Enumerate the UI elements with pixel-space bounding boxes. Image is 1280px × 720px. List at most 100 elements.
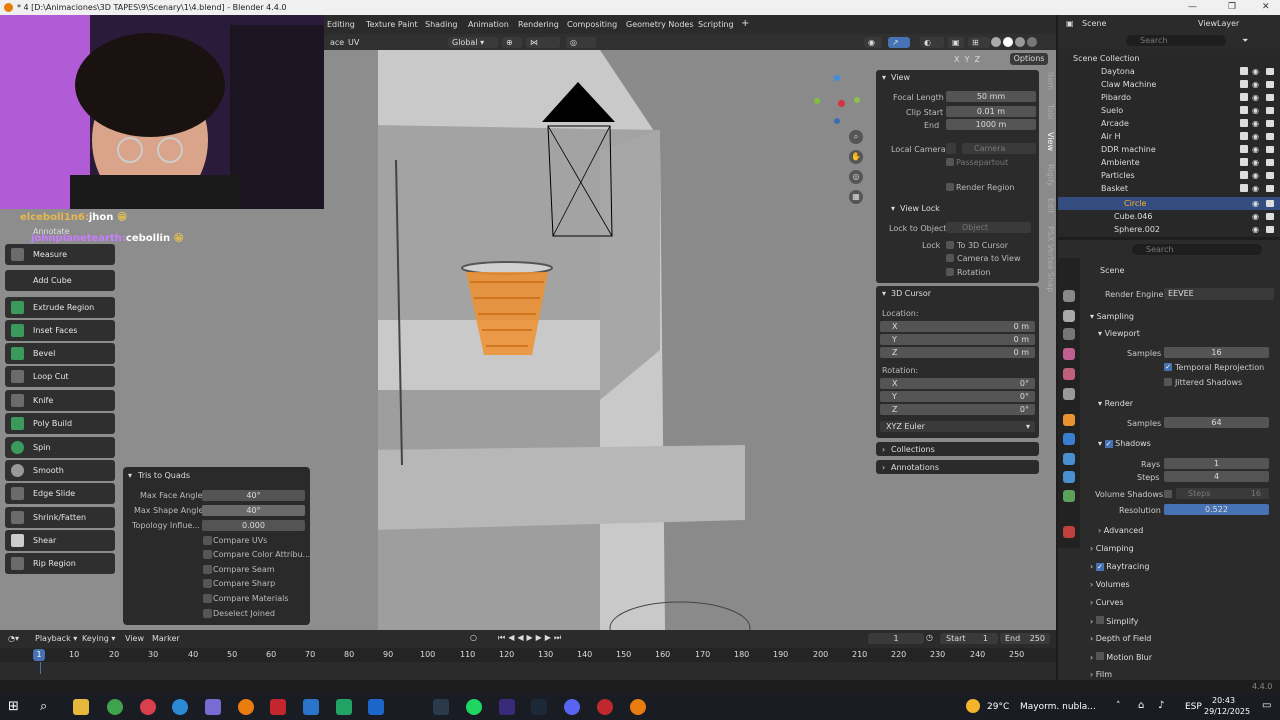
chrome-icon[interactable] bbox=[107, 699, 123, 715]
tab-psx-vertex-snap[interactable]: PSX Vertex Snap bbox=[1041, 226, 1055, 292]
raytracing-checkbox[interactable]: ✓ bbox=[1095, 563, 1104, 571]
search-icon[interactable]: ⌕ bbox=[40, 699, 56, 715]
uv-menu[interactable]: UV bbox=[344, 37, 363, 48]
tab-edit[interactable]: Edit bbox=[1041, 198, 1055, 214]
lock-object-field[interactable]: Object bbox=[946, 222, 1031, 233]
camera-icon[interactable] bbox=[1266, 146, 1274, 153]
eye-icon[interactable]: ◉ bbox=[1252, 200, 1259, 208]
tab-view[interactable]: View bbox=[1041, 132, 1055, 151]
passepartout-checkbox[interactable] bbox=[946, 158, 954, 166]
volume-icon[interactable]: ♪ bbox=[1158, 700, 1164, 711]
frame-ruler[interactable]: 1 10 20 30 40 50 60 70 80 90 100 110 120… bbox=[0, 648, 1056, 662]
compare-uvs-checkbox[interactable] bbox=[203, 536, 212, 545]
steps-field[interactable]: 4 bbox=[1164, 471, 1269, 482]
volume-steps-field[interactable]: Steps 16 bbox=[1176, 488, 1269, 499]
outliner-row[interactable]: Cube.046 ◉ bbox=[1058, 210, 1280, 223]
mirror-z-toggle[interactable]: Z bbox=[975, 55, 980, 64]
zoom-icon[interactable]: ⌕ bbox=[849, 130, 863, 144]
after-effects-icon[interactable] bbox=[499, 699, 515, 715]
render-props-icon[interactable] bbox=[1063, 310, 1075, 322]
tool-add-cube[interactable]: Add Cube bbox=[5, 270, 115, 291]
workspace-tab[interactable]: Animation bbox=[468, 20, 509, 29]
eye-icon[interactable]: ◉ bbox=[1252, 68, 1259, 76]
outliner-root[interactable]: Scene Collection bbox=[1058, 52, 1280, 65]
maximize-button[interactable]: ❐ bbox=[1228, 2, 1236, 12]
eye-icon[interactable]: ◉ bbox=[1252, 120, 1259, 128]
xray-icon[interactable]: ▣ bbox=[948, 37, 964, 48]
outliner-row[interactable]: Daytona ◉ bbox=[1058, 65, 1280, 78]
shadows-checkbox[interactable]: ✓ bbox=[1104, 440, 1113, 448]
eye-icon[interactable]: ◉ bbox=[1252, 146, 1259, 154]
outliner-search[interactable]: Search bbox=[1126, 35, 1226, 46]
camera-field[interactable]: Camera bbox=[962, 143, 1036, 154]
compare-sharp-checkbox[interactable] bbox=[203, 579, 212, 588]
cursor-rot-z[interactable]: Z 0° bbox=[880, 404, 1035, 415]
view-lock-collapse-icon[interactable]: ▾ bbox=[891, 204, 895, 213]
scene-props-icon[interactable] bbox=[1063, 348, 1075, 360]
collections-panel[interactable]: › Collections bbox=[876, 442, 1039, 456]
cursor-loc-y[interactable]: Y0 m bbox=[880, 334, 1035, 345]
blender-running-icon[interactable] bbox=[630, 699, 646, 715]
lock-cursor-checkbox[interactable] bbox=[946, 241, 954, 249]
outliner-row[interactable]: Sphere.002 ◉ bbox=[1058, 223, 1280, 236]
camera-icon[interactable] bbox=[1266, 159, 1274, 166]
camera-icon[interactable] bbox=[1266, 94, 1274, 101]
photos-icon[interactable] bbox=[303, 699, 319, 715]
outliner-row[interactable]: Ambiente ◉ bbox=[1058, 156, 1280, 169]
rendered-shading-icon[interactable] bbox=[1027, 37, 1037, 47]
cursor-collapse-icon[interactable]: ▾ bbox=[882, 289, 886, 298]
clock-time[interactable]: 20:43 bbox=[1212, 696, 1235, 705]
playback-controls[interactable]: ⏮◀◀▶▶▶⏭ bbox=[498, 633, 564, 643]
record-icon[interactable]: ○ bbox=[470, 633, 477, 642]
proportional-icon[interactable]: ◎ bbox=[566, 37, 596, 48]
gizmo-x-axis[interactable] bbox=[838, 100, 845, 107]
camera-view-icon[interactable]: ◎ bbox=[849, 170, 863, 184]
viewport-samples-field[interactable]: 16 bbox=[1164, 347, 1269, 358]
focal-length-field[interactable]: 50 mm bbox=[946, 91, 1036, 102]
eye-icon[interactable]: ◉ bbox=[1252, 159, 1259, 167]
topology-influence-field[interactable]: 0.000 bbox=[202, 520, 305, 531]
windows-start-icon[interactable]: ⊞ bbox=[8, 699, 24, 715]
ortho-grid-icon[interactable]: ▦ bbox=[849, 190, 863, 204]
tool-knife[interactable]: Knife bbox=[5, 390, 115, 411]
cursor-rot-y[interactable]: Y 0° bbox=[880, 391, 1035, 402]
workspace-tab[interactable]: Geometry Nodes bbox=[626, 20, 693, 29]
workspace-tab[interactable]: Scripting bbox=[698, 20, 734, 29]
resolution-slider[interactable]: 0.522 bbox=[1164, 504, 1269, 515]
gizmo-icon[interactable]: ↗ bbox=[888, 37, 910, 48]
outliner-row[interactable]: Pibardo ◉ bbox=[1058, 91, 1280, 104]
camera-icon[interactable] bbox=[1266, 68, 1274, 75]
marker-menu[interactable]: Marker bbox=[152, 634, 180, 643]
eye-icon[interactable]: ◉ bbox=[1252, 107, 1259, 115]
clip-start-field[interactable]: 0.01 m bbox=[946, 106, 1036, 117]
tool-spin[interactable]: Spin bbox=[5, 437, 115, 458]
language-indicator[interactable]: ESP bbox=[1185, 702, 1202, 712]
material-props-icon[interactable] bbox=[1063, 526, 1075, 538]
view-collapse-icon[interactable]: ▾ bbox=[882, 73, 886, 82]
vscode-icon[interactable] bbox=[368, 699, 384, 715]
particles-props-icon[interactable] bbox=[1063, 453, 1075, 465]
viewlayer-selector[interactable]: ViewLayer bbox=[1198, 19, 1239, 28]
camera-icon[interactable] bbox=[1266, 226, 1274, 233]
workspace-tab[interactable]: Editing bbox=[327, 20, 355, 29]
wireframe-shading-icon[interactable]: ⊞ bbox=[968, 37, 990, 48]
tool-poly-build[interactable]: Poly Build bbox=[5, 413, 115, 434]
clock-date[interactable]: 29/12/2025 bbox=[1204, 707, 1250, 716]
volume-shadows-checkbox[interactable] bbox=[1164, 490, 1172, 498]
temporal-reprojection-checkbox[interactable]: ✓ bbox=[1164, 363, 1172, 371]
motion-blur-checkbox[interactable] bbox=[1095, 652, 1104, 660]
eye-icon[interactable]: ◉ bbox=[1252, 213, 1259, 221]
max-shape-angle-field[interactable]: 40° bbox=[202, 505, 305, 516]
file-explorer-icon[interactable] bbox=[73, 699, 89, 715]
add-workspace-button[interactable]: + bbox=[741, 18, 749, 29]
edge-icon[interactable] bbox=[172, 699, 188, 715]
filter-icon[interactable]: ⏷ bbox=[1242, 36, 1248, 46]
physics-props-icon[interactable] bbox=[1063, 471, 1075, 483]
overlay-icon[interactable]: ◐ bbox=[920, 37, 944, 48]
solid-shading-icon[interactable] bbox=[1003, 37, 1013, 47]
playback-menu[interactable]: Playback ▾ bbox=[35, 634, 77, 643]
blender-icon[interactable] bbox=[238, 699, 254, 715]
workspace-tab[interactable]: Compositing bbox=[567, 20, 617, 29]
tool-extrude-region[interactable]: Extrude Region bbox=[5, 297, 115, 318]
opera-icon[interactable] bbox=[140, 699, 156, 715]
